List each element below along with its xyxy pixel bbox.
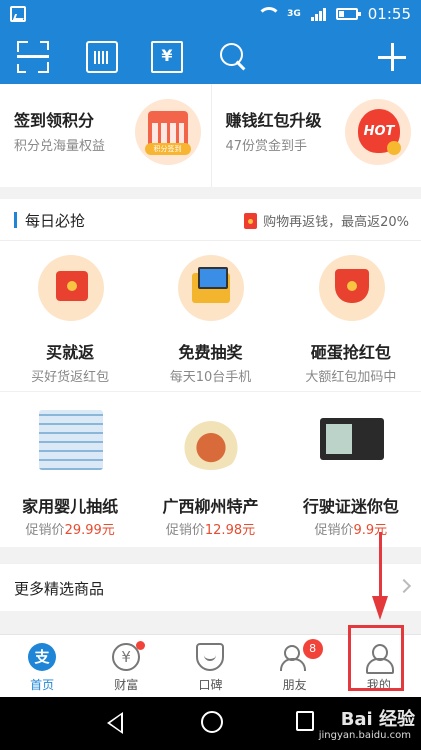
promo-title: 赚钱红包升级 [225, 111, 322, 130]
signal-icon [310, 7, 326, 21]
annotation-highlight-box [348, 625, 404, 691]
tab-label: 朋友 [282, 678, 307, 692]
status-bar: 3G 01:55 [0, 0, 421, 30]
more-products-row[interactable]: 更多精选商品 [0, 563, 421, 611]
koubei-icon [196, 643, 225, 671]
redpacket-icon [38, 255, 104, 321]
products-row: 家用婴儿抽纸 促销价29.99元 广西柳州特产 促销价12.98元 行驶证迷你包… [0, 391, 421, 547]
promo-badge: 积分签到 [144, 143, 191, 155]
price-prefix: 促销价 [314, 523, 354, 538]
noodle-product-image [175, 404, 247, 476]
product-price-line: 促销价9.9元 [281, 519, 421, 538]
add-icon[interactable] [376, 41, 408, 73]
watermark-url: jingyan.baidu.com [318, 730, 411, 741]
battery-icon [335, 8, 361, 20]
product-title: 行驶证迷你包 [302, 497, 399, 516]
cashback-text: 购物再返钱，最高返20% [263, 215, 409, 230]
system-nav-bar: Bai 经验 jingyan.baidu.com [0, 697, 421, 750]
promo-card-checkin[interactable]: 签到领积分 积分兑海量权益 积分签到 [0, 84, 211, 187]
network-type: 3G [287, 8, 301, 19]
back-icon[interactable] [107, 712, 123, 734]
tab-label: 口碑 [198, 678, 223, 692]
redpacket-icon [244, 212, 258, 229]
promo-banner: 签到领积分 积分兑海量权益 积分签到 赚钱红包升级 47份赏金到手 HOT [0, 84, 421, 187]
deal-title: 买就返 [46, 343, 95, 362]
price-prefix: 促销价 [25, 523, 65, 538]
more-products-label: 更多精选商品 [14, 580, 105, 598]
tab-label: 首页 [30, 678, 55, 692]
deal-subtitle: 每天10台手机 [169, 370, 252, 385]
egg-redpacket-icon [318, 255, 385, 321]
annotation-arrow [379, 532, 382, 602]
annotation-arrow-head [372, 596, 388, 620]
tab-home[interactable]: 支 首页 [0, 635, 84, 697]
card-wallet-icon[interactable]: ¥ [151, 41, 183, 73]
price-prefix: 促销价 [165, 523, 205, 538]
deal-title: 免费抽奖 [178, 343, 243, 362]
deal-free-lottery[interactable]: 免费抽奖 每天10台手机 [140, 241, 280, 391]
product-price-line: 促销价12.98元 [140, 519, 280, 538]
price-value: 12.98元 [204, 523, 256, 538]
product-tissue[interactable]: 家用婴儿抽纸 促销价29.99元 [0, 392, 140, 547]
deals-row: 买就返 买好货返红包 免费抽奖 每天10台手机 砸蛋抢红包 大额红包加码中 [0, 241, 421, 391]
scan-icon[interactable] [17, 41, 49, 73]
deal-subtitle: 买好货返红包 [31, 370, 110, 385]
section-header: 每日必抢 购物再返钱，最高返20% [0, 199, 421, 241]
product-price-line: 促销价29.99元 [0, 519, 140, 538]
tab-friends[interactable]: 8 朋友 [253, 635, 337, 697]
wifi-icon [255, 7, 282, 21]
home-icon[interactable] [201, 711, 223, 733]
deal-buy-return[interactable]: 买就返 买好货返红包 [0, 241, 140, 391]
pay-barcode-icon[interactable] [86, 41, 118, 73]
promo-subtitle: 47份赏金到手 [225, 139, 308, 154]
deal-smash-egg[interactable]: 砸蛋抢红包 大额红包加码中 [281, 241, 421, 391]
tab-koubei[interactable]: 口碑 [168, 635, 252, 697]
product-liuzhou[interactable]: 广西柳州特产 促销价12.98元 [140, 392, 280, 547]
deal-title: 砸蛋抢红包 [310, 343, 391, 362]
clock: 01:55 [367, 5, 411, 23]
product-title: 广西柳州特产 [162, 497, 259, 516]
phone-gift-icon [178, 255, 245, 321]
top-app-bar: ¥ [0, 30, 421, 84]
watermark: Bai 经验 [340, 709, 415, 730]
daily-deals-grid: 买就返 买好货返红包 免费抽奖 每天10台手机 砸蛋抢红包 大额红包加码中 家用… [0, 241, 421, 547]
cashback-link[interactable]: 购物再返钱，最高返20% [244, 211, 409, 230]
section-accent-bar [14, 212, 17, 228]
recent-apps-icon[interactable] [296, 711, 314, 731]
tab-label: 财富 [114, 678, 139, 692]
search-icon[interactable] [218, 41, 250, 73]
screenshot-notification-icon [10, 6, 26, 22]
wallet-product-image [316, 404, 388, 476]
unread-badge: 8 [302, 639, 323, 659]
chevron-right-icon [396, 578, 412, 594]
price-value: 29.99元 [64, 523, 115, 538]
calendar-icon: 积分签到 [134, 99, 201, 165]
product-wallet[interactable]: 行驶证迷你包 促销价9.9元 [281, 392, 421, 547]
section-title: 每日必抢 [25, 212, 86, 230]
promo-card-redpacket[interactable]: 赚钱红包升级 47份赏金到手 HOT [210, 84, 421, 187]
alipay-home-icon: 支 [28, 643, 56, 671]
hot-fire-icon: HOT [345, 99, 411, 165]
tissue-product-image [35, 404, 107, 476]
promo-subtitle: 积分兑海量权益 [14, 139, 106, 154]
promo-title: 签到领积分 [14, 111, 95, 130]
deal-subtitle: 大额红包加码中 [305, 370, 397, 385]
tab-wealth[interactable]: ¥ 财富 [84, 635, 168, 697]
product-title: 家用婴儿抽纸 [22, 497, 119, 516]
price-value: 9.9元 [353, 523, 388, 538]
notification-dot [136, 641, 146, 650]
